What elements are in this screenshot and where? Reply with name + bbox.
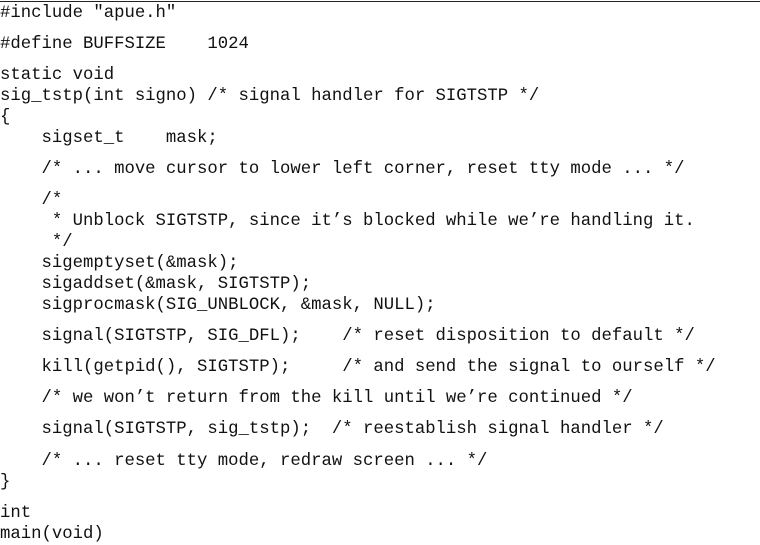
code-line: * Unblock SIGTSTP, since it’s blocked wh… xyxy=(0,212,695,231)
code-line: sigprocmask(SIG_UNBLOCK, &mask, NULL); xyxy=(0,296,436,315)
code-line: main(void) xyxy=(0,525,104,544)
code-line: signal(SIGTSTP, SIG_DFL); /* reset dispo… xyxy=(0,327,695,346)
code-line: /* xyxy=(0,191,63,210)
code-line: sig_tstp(int signo) /* signal handler fo… xyxy=(0,87,540,106)
code-listing: #include "apue.h" #define BUFFSIZE 1024 … xyxy=(0,0,760,545)
code-line: sigemptyset(&mask); xyxy=(0,254,239,273)
code-line: /* we won’t return from the kill until w… xyxy=(0,389,633,408)
code-line: sigset_t mask; xyxy=(0,129,218,148)
code-line: sigaddset(&mask, SIGTSTP); xyxy=(0,275,312,294)
code-line: kill(getpid(), SIGTSTP); /* and send the… xyxy=(0,358,716,377)
code-line: /* ... move cursor to lower left corner,… xyxy=(0,160,685,179)
code-line: #include "apue.h" xyxy=(0,4,177,23)
code-line: { xyxy=(0,108,11,127)
code-line: signal(SIGTSTP, sig_tstp); /* reestablis… xyxy=(0,420,664,439)
code-line: static void xyxy=(0,66,115,85)
code-line: #define BUFFSIZE 1024 xyxy=(0,35,249,54)
code-line: */ xyxy=(0,233,73,252)
code-line: } xyxy=(0,473,11,492)
code-line: /* ... reset tty mode, redraw screen ...… xyxy=(0,452,488,471)
code-line: int xyxy=(0,504,32,523)
